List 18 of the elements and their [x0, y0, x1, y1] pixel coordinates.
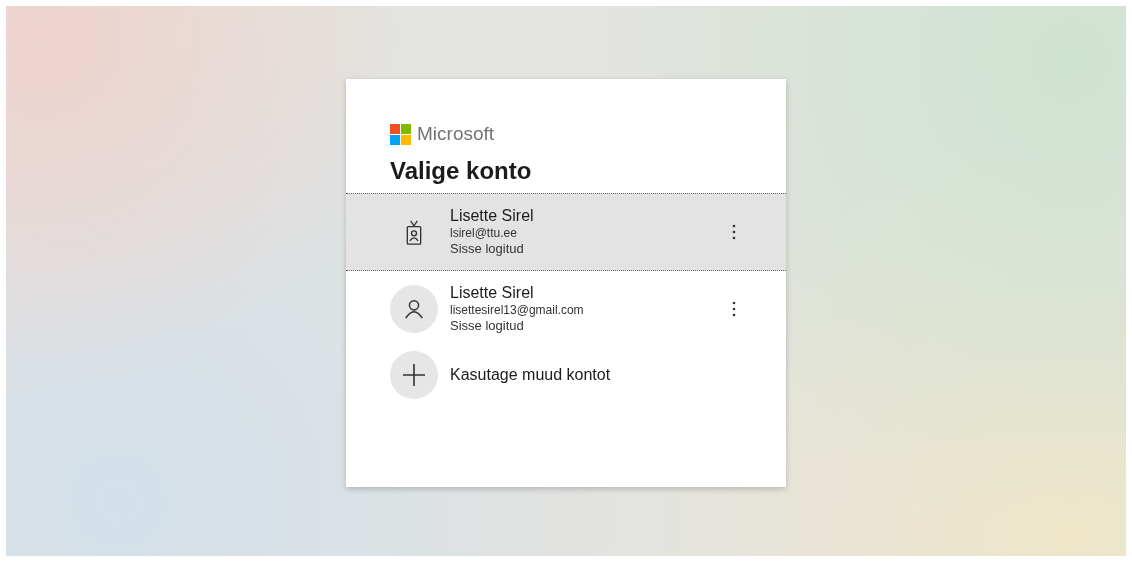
- account-name: Lisette Sirel: [450, 284, 535, 302]
- page-title: Valige konto: [390, 157, 533, 185]
- account-name: Lisette Sirel: [450, 207, 535, 225]
- account-item[interactable]: Lisette Sirel lisettesirel13@gmail.com Sisse logitud: [346, 273, 786, 345]
- add-account-label: Kasutage muud kontot: [450, 366, 611, 384]
- microsoft-logo-icon: [390, 123, 411, 145]
- account-email: lisettesirel13@gmail.com: [450, 302, 585, 318]
- account-status: Sisse logitud: [450, 318, 525, 334]
- badge-icon: [404, 218, 424, 246]
- person-icon: [403, 298, 425, 320]
- plus-icon: [402, 363, 426, 387]
- brand-name: Microsoft: [417, 123, 495, 145]
- account-email: lsirel@ttu.ee: [450, 225, 518, 241]
- more-options-icon[interactable]: [732, 301, 736, 317]
- more-options-icon[interactable]: [732, 224, 736, 240]
- account-item[interactable]: Lisette Sirel lsirel@ttu.ee Sisse logitud: [346, 193, 786, 271]
- add-account-item[interactable]: Kasutage muud kontot: [346, 347, 786, 403]
- account-status: Sisse logitud: [450, 241, 525, 257]
